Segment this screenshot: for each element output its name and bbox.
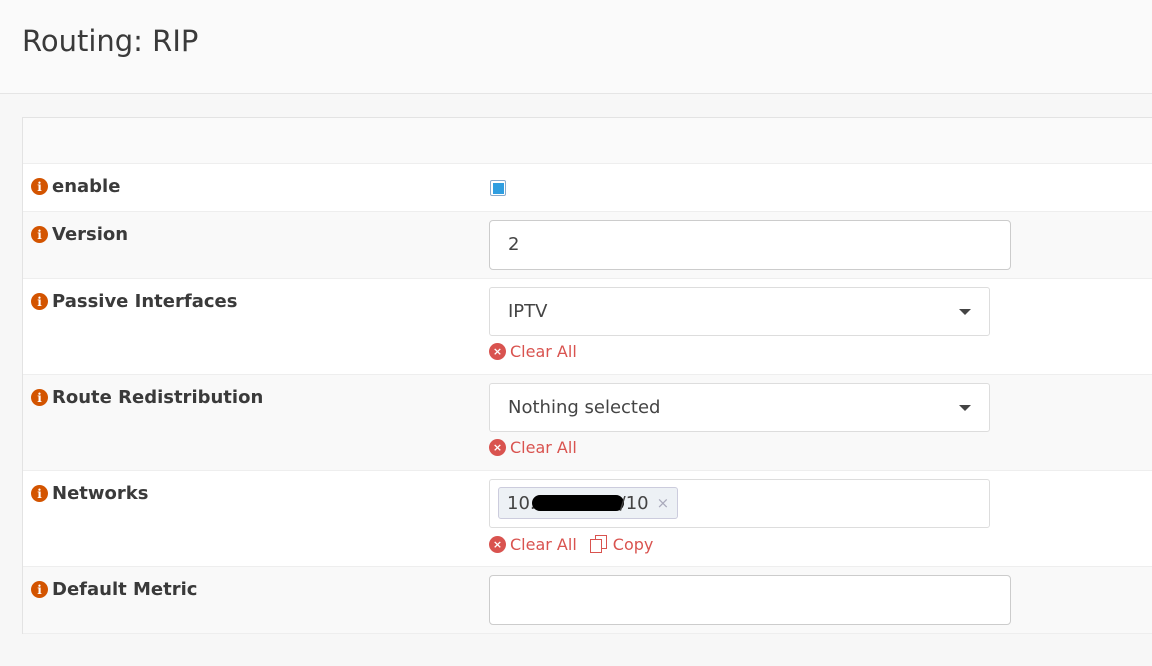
clear-all-label: Clear All bbox=[510, 534, 577, 554]
info-icon[interactable]: i bbox=[31, 293, 48, 310]
copy-label: Copy bbox=[612, 534, 654, 554]
redistribution-clear-all[interactable]: × Clear All bbox=[489, 438, 577, 457]
tag-suffix: /10 bbox=[619, 492, 649, 514]
page-title: Routing: RIP bbox=[22, 24, 199, 58]
remove-tag-icon[interactable]: × bbox=[657, 480, 670, 527]
networks-tokenizer[interactable]: 10./10 × bbox=[489, 479, 990, 528]
panel-header bbox=[23, 118, 1152, 164]
redistribution-label: Route Redistribution bbox=[52, 387, 264, 408]
networks-copy[interactable]: Copy bbox=[589, 534, 654, 554]
passive-interfaces-select[interactable]: IPTV bbox=[489, 287, 990, 336]
copy-icon bbox=[589, 534, 609, 554]
version-input[interactable]: 2 bbox=[489, 220, 1011, 270]
remove-circle-icon: × bbox=[489, 343, 506, 360]
caret-down-icon bbox=[959, 405, 971, 411]
row-route-redistribution: i Route Redistribution Nothing selected ×… bbox=[23, 375, 1152, 471]
remove-circle-icon: × bbox=[489, 535, 506, 553]
info-icon[interactable]: i bbox=[31, 178, 48, 195]
info-icon[interactable]: i bbox=[31, 226, 48, 243]
page-header: Routing: RIP bbox=[0, 0, 1152, 94]
remove-circle-icon: × bbox=[489, 439, 506, 456]
info-icon[interactable]: i bbox=[31, 581, 48, 598]
passive-clear-all[interactable]: × Clear All bbox=[489, 342, 577, 361]
redistribution-value: Nothing selected bbox=[508, 397, 661, 418]
networks-clear-all[interactable]: × Clear All bbox=[489, 535, 577, 554]
passive-value: IPTV bbox=[508, 301, 548, 322]
row-version: i Version 2 bbox=[23, 212, 1152, 279]
passive-label: Passive Interfaces bbox=[52, 291, 238, 312]
row-enable: i enable bbox=[23, 164, 1152, 212]
redaction bbox=[531, 495, 624, 511]
row-networks: i Networks 10./10 × × Clear All Copy bbox=[23, 471, 1152, 567]
enable-checkbox[interactable] bbox=[490, 180, 506, 196]
settings-panel: i enable i Version 2 i Passive Interfaces I… bbox=[22, 117, 1152, 634]
network-tag: 10./10 × bbox=[498, 487, 679, 519]
metric-label: Default Metric bbox=[52, 579, 198, 600]
info-icon[interactable]: i bbox=[31, 389, 48, 406]
row-default-metric: i Default Metric bbox=[23, 567, 1152, 634]
row-passive-interfaces: i Passive Interfaces IPTV × Clear All bbox=[23, 279, 1152, 375]
clear-all-label: Clear All bbox=[510, 342, 577, 361]
version-label: Version bbox=[52, 224, 129, 245]
info-icon[interactable]: i bbox=[31, 485, 48, 502]
default-metric-input[interactable] bbox=[489, 575, 1011, 625]
clear-all-label: Clear All bbox=[510, 438, 577, 457]
caret-down-icon bbox=[959, 309, 971, 315]
route-redistribution-select[interactable]: Nothing selected bbox=[489, 383, 990, 432]
networks-label: Networks bbox=[52, 483, 149, 504]
enable-label: enable bbox=[52, 176, 121, 197]
